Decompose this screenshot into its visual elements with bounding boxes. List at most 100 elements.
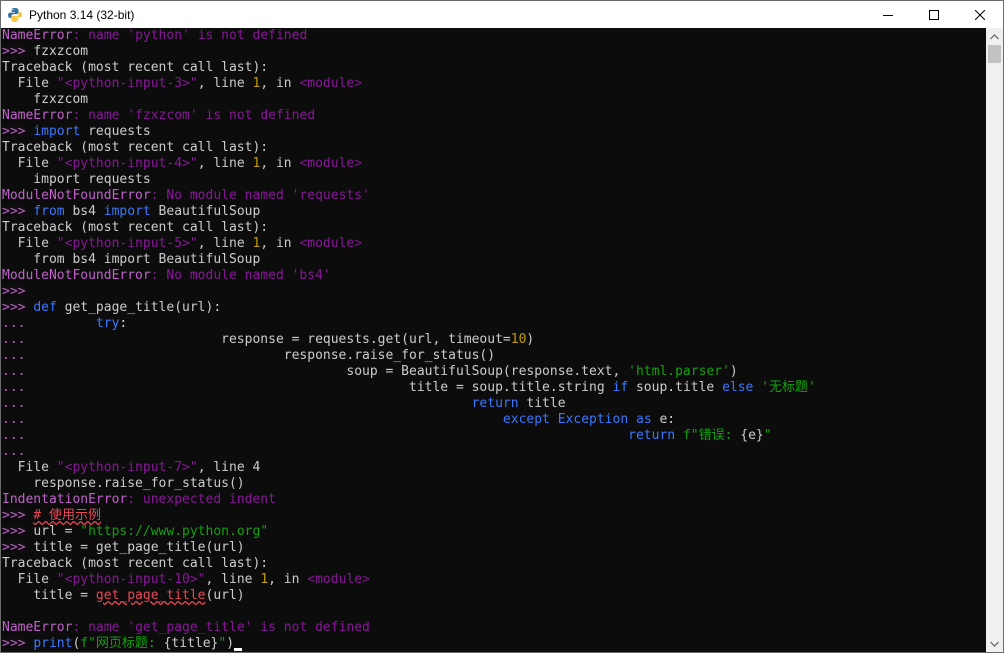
console-text: , in	[260, 156, 300, 171]
console-line: ModuleNotFoundError: No module named 're…	[1, 188, 986, 204]
console-line: File "<python-input-5>", line 1, in <mod…	[1, 236, 986, 252]
console-text: (url)	[205, 588, 245, 603]
chevron-down-icon	[990, 641, 999, 647]
close-button[interactable]	[957, 1, 1003, 28]
console-text: BeautifulSoup	[150, 204, 261, 219]
prompt-marker: >>>	[2, 540, 34, 555]
console-text: File	[2, 76, 57, 91]
prompt-marker: >>>	[2, 204, 34, 219]
console-output[interactable]: NameError: name 'python' is not defined >…	[1, 28, 986, 652]
console-text: 4	[252, 460, 261, 475]
text-cursor	[234, 648, 243, 651]
console-text: 'get_page_title'	[127, 620, 253, 635]
prompt-marker: >>>	[2, 124, 34, 139]
console-text: , line	[197, 460, 253, 475]
console-text: ModuleNotFoundError	[2, 268, 151, 283]
window-title: Python 3.14 (32-bit)	[29, 7, 135, 22]
console-text: )	[729, 364, 738, 379]
minimize-button[interactable]	[865, 1, 911, 28]
console-text: <module>	[307, 572, 370, 587]
scroll-up-button[interactable]	[986, 28, 1003, 45]
console-text: :	[119, 316, 128, 331]
console-text: return	[628, 428, 676, 443]
prompt-marker: ...	[2, 444, 34, 459]
python-logo-icon	[7, 7, 23, 23]
console-line: >>> # 使用示例	[1, 508, 986, 524]
console-line: ... soup = BeautifulSoup(response.text, …	[1, 364, 986, 380]
console-text: "<python-input-3>"	[56, 76, 198, 91]
console-text: {title}	[163, 636, 219, 651]
console-text: import requests	[2, 172, 151, 187]
console-text: response = requests.get(url, timeout=	[33, 332, 511, 347]
console-text: , line	[197, 236, 253, 251]
scroll-down-button[interactable]	[986, 635, 1003, 652]
console-text: as	[636, 412, 652, 427]
console-text: File	[2, 236, 57, 251]
console-text: else	[722, 380, 754, 395]
console-text: from	[33, 204, 65, 219]
console-line: NameError: name 'python' is not defined	[1, 28, 986, 44]
console-text: <module>	[299, 76, 363, 91]
console-text: title = soup.title.string	[33, 380, 613, 395]
console-text: 'fzxzcom'	[127, 108, 198, 123]
vertical-scrollbar[interactable]	[986, 28, 1003, 652]
console-text: NameError	[2, 108, 73, 123]
console-text: , in	[260, 236, 300, 251]
console-line: >>> fzxzcom	[1, 44, 986, 60]
console-text: bs4	[64, 204, 104, 219]
console-text: : No module named	[150, 268, 292, 283]
console-text: requests	[80, 124, 151, 139]
console-text: <module>	[299, 236, 363, 251]
console-text: IndentationError	[2, 492, 128, 507]
console-text: 1	[260, 572, 269, 587]
python-console-window: Python 3.14 (32-bit) NameError: name 'py…	[0, 0, 1004, 653]
console-line: >>> title = get_page_title(url)	[1, 540, 986, 556]
console-text: soup = BeautifulSoup(response.text,	[33, 364, 629, 379]
minimize-icon	[883, 14, 893, 16]
console-line: >>> print(f"网页标题: {title}")	[1, 636, 986, 652]
console-line: ...	[1, 444, 986, 460]
console-line: ... try:	[1, 316, 986, 332]
console-line: ... response = requests.get(url, timeout…	[1, 332, 986, 348]
console-text: try	[95, 316, 120, 331]
console-text: Traceback (most recent call last):	[2, 556, 269, 571]
console-text: 10	[510, 332, 527, 347]
console-line: ... return title	[1, 396, 986, 412]
console-line: Traceback (most recent call last):	[1, 60, 986, 76]
console-text: : No module named	[150, 188, 292, 203]
console-text: )	[226, 636, 235, 651]
chevron-up-icon	[990, 33, 999, 39]
console-line: Traceback (most recent call last):	[1, 220, 986, 236]
console-text: f"网页标题:	[80, 636, 164, 651]
console-line: from bs4 import BeautifulSoup	[1, 252, 986, 268]
console-line: response.raise_for_status()	[1, 476, 986, 492]
console-line: fzxzcom	[1, 92, 986, 108]
console-text: NameError	[2, 28, 73, 43]
console-line: ... response.raise_for_status()	[1, 348, 986, 364]
prompt-marker: >>>	[2, 284, 34, 299]
console-text: NameError	[2, 620, 73, 635]
scroll-thumb[interactable]	[988, 45, 1001, 63]
console-line: >>> import requests	[1, 124, 986, 140]
title-bar[interactable]: Python 3.14 (32-bit)	[1, 1, 1003, 28]
prompt-marker: ...	[2, 332, 34, 347]
console-line: File "<python-input-7>", line 4	[1, 460, 986, 476]
console-text: "<python-input-5>"	[56, 236, 198, 251]
maximize-button[interactable]	[911, 1, 957, 28]
prompt-marker: ...	[2, 412, 34, 427]
console-text: title =	[2, 588, 96, 603]
console-text: return	[471, 396, 519, 411]
console-text: 'html.parser'	[628, 364, 730, 379]
console-text: title = get_page_title(url)	[33, 540, 245, 555]
console-text: from bs4 import BeautifulSoup	[2, 252, 261, 267]
prompt-marker: ...	[2, 396, 34, 411]
console-text: Traceback (most recent call last):	[2, 140, 269, 155]
console-text: e:	[651, 412, 676, 427]
console-line: ModuleNotFoundError: No module named 'bs…	[1, 268, 986, 284]
console-text: File	[2, 460, 57, 475]
